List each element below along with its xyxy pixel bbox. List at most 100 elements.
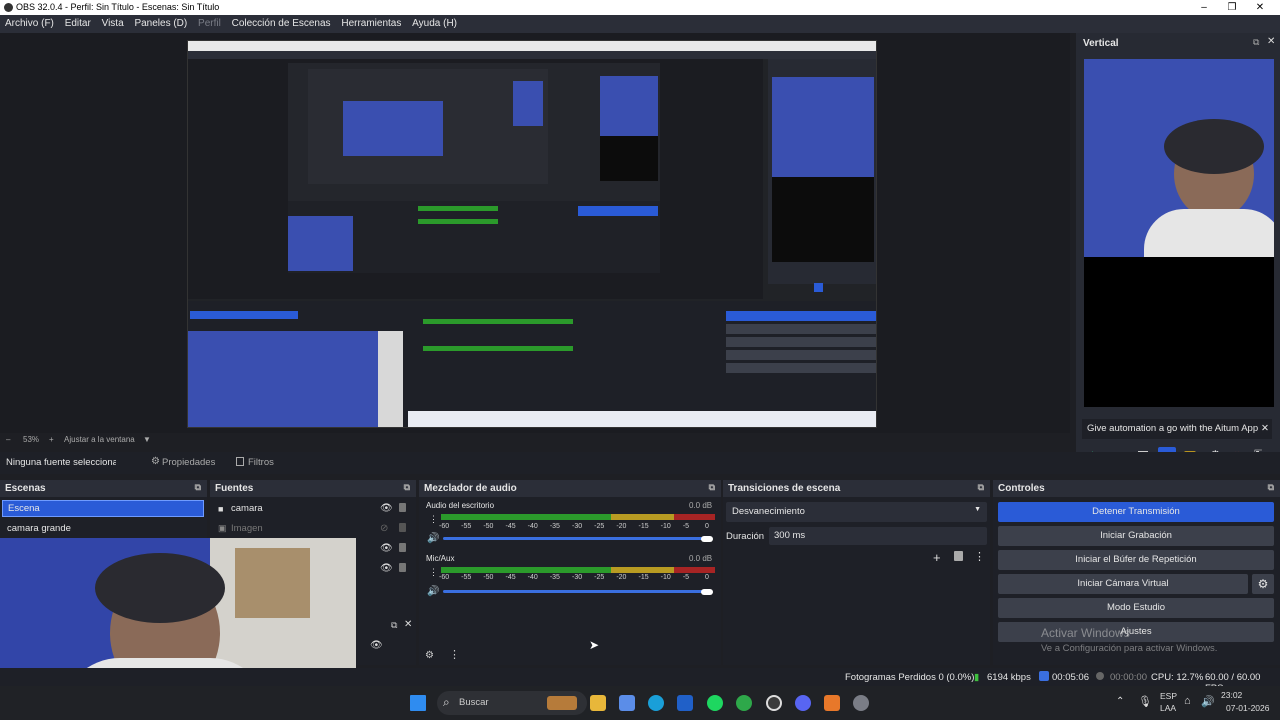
record-time: 00:00:00 [1110,672,1147,683]
meter-desktop [441,514,715,520]
eye-icon[interactable]: 👁 [380,503,393,514]
banner-close-icon[interactable]: ✕ [1261,419,1269,439]
volume-knob[interactable] [701,589,713,595]
zoom-in-button[interactable]: + [49,435,54,444]
source-item-imagen[interactable]: Imagen [231,523,263,534]
menu-paneles[interactable]: Paneles (D) [129,15,187,29]
sources-title: Fuentes [215,483,254,494]
start-virtual-camera-button[interactable]: Iniciar Cámara Virtual [998,574,1248,594]
minimize-button[interactable]: – [1190,0,1218,15]
mixer-header: Mezclador de audio ⧉ [419,480,721,497]
meter-mic [441,567,715,573]
chevron-down-icon[interactable]: ▼ [143,435,151,444]
app-a-icon[interactable] [824,695,840,711]
filters-button[interactable]: Filtros [248,457,274,468]
dock-float-icon[interactable]: ⧉ [1268,482,1274,493]
store-icon[interactable] [677,695,693,711]
source-toolbar: Ninguna fuente seleccionada ⚙ Propiedade… [0,452,1280,474]
obs-icon[interactable] [766,695,782,711]
dock-float-icon[interactable]: ⧉ [709,482,715,493]
spotify-icon[interactable] [707,695,723,711]
filters-icon[interactable] [236,457,244,466]
stop-streaming-button[interactable]: Detener Transmisión [998,502,1274,522]
dock-float-icon[interactable]: ⧉ [978,482,984,493]
dock-float-icon[interactable]: ⧉ [391,620,397,631]
menu-editar[interactable]: Editar [60,15,91,29]
vertical-panel: Vertical ⧉ ✕ Give automation a go with t… [1076,33,1280,473]
settings-link-icon[interactable]: ⚙ [425,650,434,661]
volume-slider-mic[interactable] [443,590,705,593]
menu-archivo[interactable]: Archivo (F) [0,15,54,29]
volume-slider-desktop[interactable] [443,537,705,540]
language-code[interactable]: ESP [1160,691,1177,701]
trash-icon[interactable] [954,551,963,561]
menu-herramientas[interactable]: Herramientas [336,15,401,29]
file-explorer-icon[interactable] [590,695,606,711]
kebab-menu-icon[interactable]: ⋮ [429,567,438,578]
eye-hidden-icon[interactable]: ⊘ [380,523,388,534]
close-icon[interactable]: ✕ [404,619,412,630]
fit-window-label[interactable]: Ajustar a la ventana [64,435,135,444]
preview-canvas[interactable] [187,40,877,428]
eye-icon[interactable]: 👁 [370,640,383,651]
close-icon[interactable]: ✕ [1267,36,1275,47]
language-variant[interactable]: LAA [1160,703,1176,713]
volume-icon[interactable]: 🔊 [1201,695,1215,708]
start-replay-buffer-button[interactable]: Iniciar el Búfer de Repetición [998,550,1274,570]
scene-item-escena[interactable]: Escena [2,500,204,517]
search-placeholder: Buscar [459,697,489,708]
search-highlight-icon [547,696,577,710]
automation-banner[interactable]: Give automation a go with the Aitum App … [1082,419,1272,439]
kebab-menu-icon[interactable]: ⋮ [449,648,460,661]
sources-header: Fuentes ⧉ [210,480,416,497]
duration-input[interactable]: 300 ms [769,527,987,545]
eye-icon[interactable]: 👁 [380,543,393,554]
speaker-icon[interactable]: 🔊 [427,586,439,597]
close-button[interactable]: ✕ [1246,0,1274,15]
chevron-up-icon[interactable]: ⌃ [1116,696,1124,707]
chrome-icon[interactable] [736,695,752,711]
lock-icon[interactable] [399,523,406,532]
taskbar-search[interactable]: ⌕ Buscar [437,691,587,715]
studio-mode-button[interactable]: Modo Estudio [998,598,1274,618]
maximize-button[interactable]: ❐ [1218,0,1246,15]
lock-icon[interactable] [399,563,406,572]
microphone-icon[interactable]: 🎙 [1138,695,1152,708]
lock-icon[interactable] [399,503,406,512]
menu-ayuda[interactable]: Ayuda (H) [407,15,457,29]
menu-vista[interactable]: Vista [97,15,124,29]
source-item-camara[interactable]: camara [231,503,263,514]
transition-select[interactable]: Desvanecimiento ▼ [726,502,987,522]
speaker-icon[interactable]: 🔊 [427,533,439,544]
edge-icon[interactable] [648,695,664,711]
vertical-preview[interactable] [1084,59,1274,257]
menu-perfil[interactable]: Perfil [193,15,221,29]
start-recording-button[interactable]: Iniciar Grabación [998,526,1274,546]
network-icon[interactable]: ⌂ [1184,695,1191,707]
add-icon[interactable]: + [933,550,941,565]
clock-date[interactable]: 07-01-2026 [1226,703,1269,713]
dock-float-icon[interactable]: ⧉ [404,482,410,493]
gear-icon[interactable]: ⚙ [1252,574,1274,594]
lock-icon[interactable] [399,543,406,552]
signal-icon: ▮ [974,672,980,683]
main-preview[interactable] [0,33,1070,433]
menu-coleccion[interactable]: Colección de Escenas [227,15,331,29]
volume-knob[interactable] [701,536,713,542]
eye-icon[interactable]: 👁 [380,563,393,574]
dock-float-icon[interactable]: ⧉ [195,482,201,493]
gear-small-icon[interactable]: ⚙ [151,456,160,467]
kebab-menu-icon[interactable]: ⋮ [429,514,438,525]
discord-icon[interactable] [795,695,811,711]
kebab-menu-icon[interactable]: ⋮ [974,550,985,563]
clock-time[interactable]: 23:02 [1221,690,1242,700]
settings-app-icon[interactable] [853,695,869,711]
windows-start-icon[interactable] [410,695,426,711]
copilot-icon[interactable] [619,695,635,711]
properties-button[interactable]: Propiedades [162,457,215,468]
scene-item-camara-grande[interactable]: camara grande [7,523,71,534]
transitions-title: Transiciones de escena [728,483,841,494]
settings-button[interactable]: Ajustes [998,622,1274,642]
float-icon[interactable]: ⧉ [1253,37,1259,48]
zoom-out-button[interactable]: – [6,435,10,444]
